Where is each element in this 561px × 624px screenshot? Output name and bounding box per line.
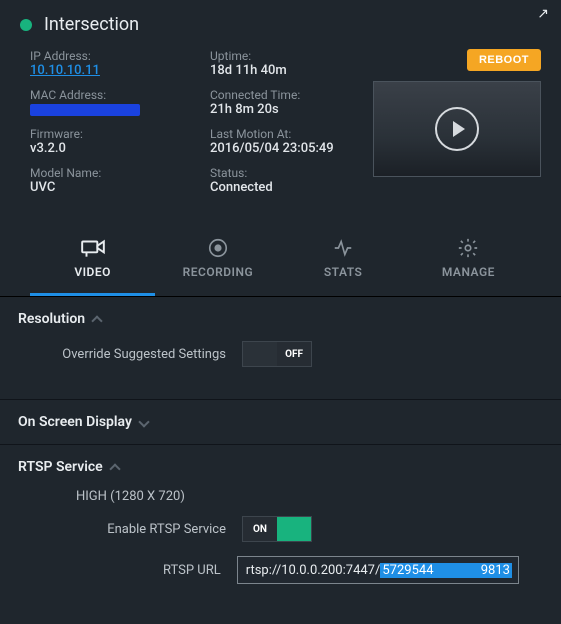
override-label: Override Suggested Settings bbox=[42, 347, 242, 362]
connected-label: Connected Time: bbox=[210, 88, 370, 102]
ip-value[interactable]: 10.10.10.11 bbox=[30, 63, 210, 78]
expand-icon[interactable]: ↗ bbox=[537, 6, 549, 22]
lastmotion-value: 2016/05/04 23:05:49 bbox=[210, 141, 370, 156]
firmware-value: v3.2.0 bbox=[30, 141, 210, 156]
video-thumbnail[interactable] bbox=[373, 81, 541, 177]
rtsp-preset: HIGH (1280 X 720) bbox=[42, 489, 519, 504]
enable-rtsp-toggle[interactable]: ON bbox=[242, 516, 312, 542]
device-title: Intersection bbox=[44, 14, 139, 35]
tab-stats[interactable]: STATS bbox=[281, 237, 406, 296]
uptime-label: Uptime: bbox=[210, 49, 370, 63]
rtsp-url-label: RTSP URL bbox=[42, 563, 237, 578]
override-toggle[interactable]: OFF bbox=[242, 341, 312, 367]
model-label: Model Name: bbox=[30, 166, 210, 180]
mac-value bbox=[30, 102, 210, 117]
reboot-button[interactable]: REBOOT bbox=[467, 49, 541, 71]
connected-value: 21h 8m 20s bbox=[210, 102, 370, 117]
status-value: Connected bbox=[210, 180, 370, 195]
tab-recording[interactable]: RECORDING bbox=[155, 237, 280, 296]
chevron-down-icon bbox=[138, 416, 149, 427]
mac-label: MAC Address: bbox=[30, 88, 210, 102]
status-indicator bbox=[20, 19, 32, 31]
chevron-up-icon bbox=[91, 315, 102, 326]
rtsp-url-input[interactable]: rtsp://10.0.0.200:7447/5729544 9813 bbox=[237, 556, 519, 584]
uptime-value: 18d 11h 40m bbox=[210, 63, 370, 78]
ip-label: IP Address: bbox=[30, 49, 210, 63]
enable-rtsp-label: Enable RTSP Service bbox=[42, 522, 242, 537]
record-icon bbox=[205, 237, 231, 259]
status-label: Status: bbox=[210, 166, 370, 180]
tab-manage[interactable]: MANAGE bbox=[406, 237, 531, 296]
camera-icon bbox=[80, 237, 106, 259]
section-resolution-header[interactable]: Resolution bbox=[18, 311, 543, 327]
model-value: UVC bbox=[30, 180, 210, 195]
tab-video[interactable]: VIDEO bbox=[30, 237, 155, 296]
gear-icon bbox=[455, 237, 481, 259]
section-osd-header[interactable]: On Screen Display bbox=[18, 414, 543, 430]
lastmotion-label: Last Motion At: bbox=[210, 127, 370, 141]
chevron-up-icon bbox=[109, 463, 120, 474]
firmware-label: Firmware: bbox=[30, 127, 210, 141]
activity-icon bbox=[330, 237, 356, 259]
play-icon bbox=[435, 107, 479, 151]
section-rtsp-header[interactable]: RTSP Service bbox=[18, 459, 543, 475]
